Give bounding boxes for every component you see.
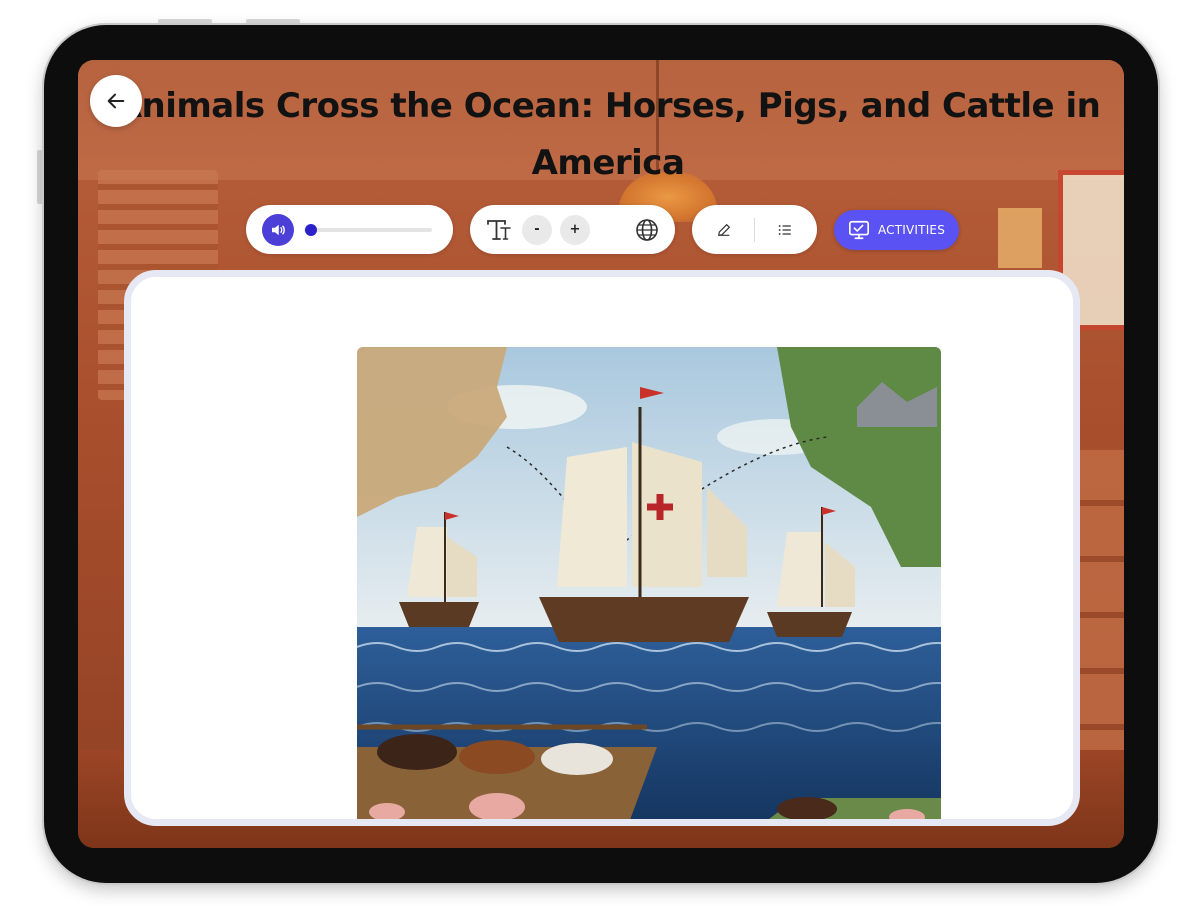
arrow-left-icon [107,93,125,109]
highlight-button[interactable] [704,210,744,250]
text-size-icon [484,215,514,245]
tools-controls [692,205,817,254]
activities-button[interactable]: ACTIVITIES [834,210,959,250]
tablet-power-button [37,150,43,204]
bg-poster-small [998,208,1042,268]
pencil-icon [718,223,730,236]
tools-divider [754,217,755,242]
monitor-check-icon [848,220,869,240]
lesson-illustration [357,347,941,819]
lesson-content-card [124,270,1080,826]
globe-icon[interactable] [633,216,661,244]
play-audio-button[interactable] [262,213,294,246]
activities-label: ACTIVITIES [877,223,946,237]
lesson-screen: Animals Cross the Ocean: Horses, Pigs, a… [78,60,1124,848]
speaker-icon [272,224,285,235]
audio-player [246,205,453,254]
lesson-title: Animals Cross the Ocean: Horses, Pigs, a… [115,86,1101,183]
audio-progress-track[interactable] [304,223,432,236]
outline-button[interactable] [765,210,805,250]
back-button[interactable] [90,75,142,127]
decrease-font-button[interactable]: - [522,214,552,245]
list-icon [778,224,791,235]
text-controls: - + [470,205,675,254]
increase-font-button[interactable]: + [560,214,590,245]
audio-progress-thumb[interactable] [304,223,317,236]
